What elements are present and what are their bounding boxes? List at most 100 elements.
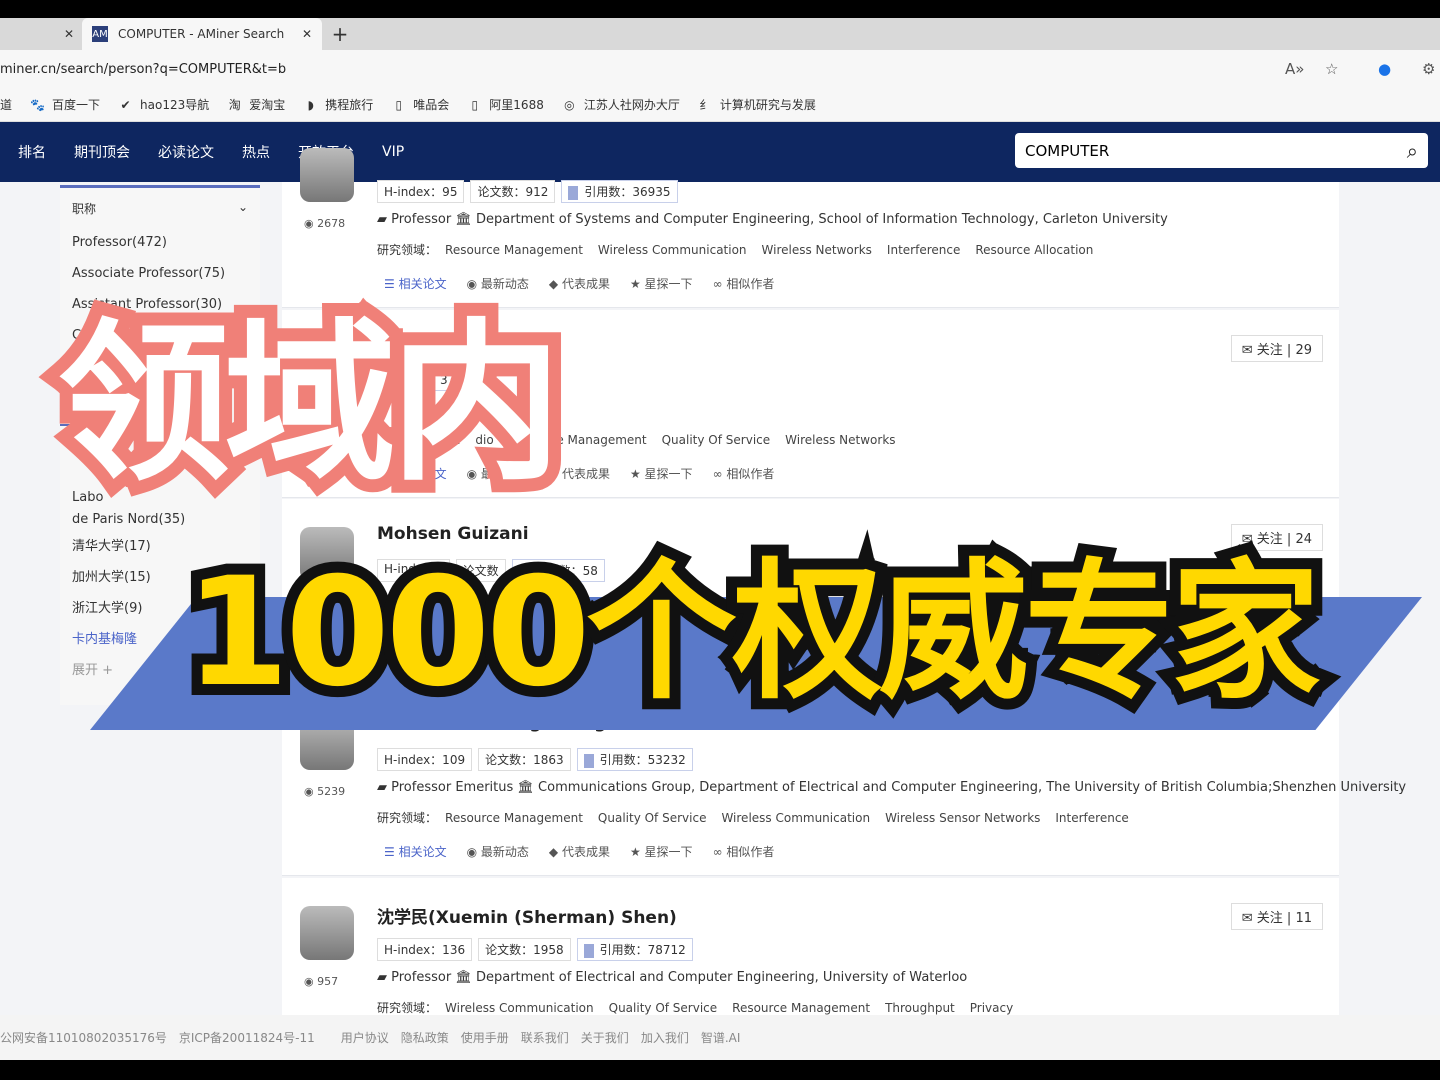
bookmark-item[interactable]: ◗ 携程旅行 <box>303 96 374 113</box>
expert-name[interactable]: 沈学民(Xuemin (Sherman) Shen) <box>377 903 677 928</box>
action-4[interactable]: ★ 星探一下 <box>630 843 693 860</box>
nav-ranking[interactable]: 排名 <box>18 142 46 162</box>
follow-count: 24 <box>1295 532 1312 547</box>
bookmark-label: 江苏人社网办大厅 <box>583 98 680 112</box>
bookmark-item[interactable]: ▯ 阿里1688 <box>467 96 543 113</box>
keyword-tag[interactable]: Resource Management <box>732 1001 870 1015</box>
tab-bar: ✕ AM COMPUTER - AMiner Search ✕ + <box>0 18 1440 50</box>
follow-button[interactable]: ✉ 关注 | 11 <box>1230 903 1323 930</box>
close-tab-icon[interactable]: ✕ <box>64 27 74 41</box>
star-icon: ★ <box>629 845 645 859</box>
nav-vip[interactable]: VIP <box>382 144 404 160</box>
eye-icon: ◉ <box>304 217 318 230</box>
action-5[interactable]: ∞ 相似作者 <box>713 275 775 292</box>
footer-link[interactable]: 用户协议 <box>341 1029 389 1046</box>
action-4[interactable]: ★ 星探一下 <box>630 275 693 292</box>
position-affiliation: ▰ Professor 🏛 Department of Systems and … <box>377 212 1168 227</box>
extension-icon[interactable]: ● <box>1378 60 1391 78</box>
keyword-tag[interactable]: Resource Allocation <box>975 243 1093 257</box>
footer-link[interactable]: 智谱.AI <box>701 1029 741 1046</box>
bookmark-item[interactable]: 道 <box>0 96 12 113</box>
url-text[interactable]: miner.cn/search/person?q=COMPUTER&t=b <box>0 62 286 77</box>
tab-active[interactable]: AM COMPUTER - AMiner Search ✕ <box>82 18 322 50</box>
action-2[interactable]: ◉ 最新动态 <box>467 275 529 292</box>
eye-icon: ◉ <box>304 975 318 988</box>
action-label: 星探一下 <box>644 277 693 291</box>
keyword-tag[interactable]: Privacy <box>970 1001 1013 1015</box>
nav-journals[interactable]: 期刊顶会 <box>74 142 130 162</box>
footer-link[interactable]: 使用手册 <box>461 1029 509 1046</box>
chevron-down-icon[interactable]: ⌄ <box>238 200 248 217</box>
action-5[interactable]: ∞ 相似作者 <box>713 465 775 482</box>
mail-icon: ✉ <box>1241 343 1257 358</box>
action-3[interactable]: ◆ 代表成果 <box>549 465 610 482</box>
bookmark-item[interactable]: ▯ 唯品会 <box>391 96 449 113</box>
favorite-star-icon[interactable]: ☆ <box>1325 60 1338 78</box>
star-icon: ★ <box>629 467 645 481</box>
keyword-tag[interactable]: Resource Management <box>445 811 583 825</box>
filter-item[interactable]: Associate Professor(75) <box>60 258 260 289</box>
action-1[interactable]: ☰ 相关论文 <box>384 275 447 292</box>
action-5[interactable]: ∞ 相似作者 <box>713 843 775 860</box>
action-2[interactable]: ◉ 最新动态 <box>467 843 529 860</box>
footer-link[interactable]: 关于我们 <box>581 1029 629 1046</box>
bookmark-item[interactable]: ✔ hao123导航 <box>118 96 210 113</box>
action-1[interactable]: ☰ 相关论文 <box>384 843 447 860</box>
diamond-icon: ◆ <box>548 277 562 291</box>
search-input[interactable] <box>1025 141 1407 160</box>
search-icon[interactable]: ⌕ <box>1407 139 1418 163</box>
nav-must-read[interactable]: 必读论文 <box>158 142 214 162</box>
research-areas: 研究领域： Resource Management Quality Of Servi… <box>377 809 1144 826</box>
stats-row: H-index：136 论文数：1958 引用数：78712 <box>377 938 693 961</box>
keyword-tag[interactable]: Wireless Networks <box>762 243 872 257</box>
avatar[interactable] <box>300 906 354 960</box>
tab-previous[interactable]: ✕ <box>0 18 82 50</box>
citation-value: 引用数：53232 <box>599 753 686 767</box>
bookmark-label: 唯品会 <box>413 98 450 112</box>
footer-link[interactable]: 加入我们 <box>641 1029 689 1046</box>
action-3[interactable]: ◆ 代表成果 <box>549 275 610 292</box>
keyword-tag[interactable]: Wireless Communication <box>721 811 870 825</box>
keyword-tag[interactable]: Quality Of Service <box>609 1001 718 1015</box>
keyword-tag[interactable]: Wireless Networks <box>785 433 895 447</box>
action-4[interactable]: ★ 星探一下 <box>630 465 693 482</box>
keyword-tag[interactable]: Throughput <box>885 1001 955 1015</box>
settings-icon[interactable]: ⚙ <box>1422 60 1435 78</box>
follow-count: 11 <box>1295 911 1312 926</box>
keyword-tag[interactable]: Interference <box>1055 811 1128 825</box>
bookmark-item[interactable]: ◎ 江苏人社网办大厅 <box>562 96 680 113</box>
list-icon: ☰ <box>384 845 399 859</box>
footer-link[interactable]: 联系我们 <box>521 1029 569 1046</box>
address-bar[interactable]: miner.cn/search/person?q=COMPUTER&t=b A»… <box>0 50 1440 88</box>
bookmark-item[interactable]: 纟计算机研究与发展 <box>698 96 816 113</box>
h-index-badge: H-index：95 <box>377 180 465 203</box>
filter-title: 职称 <box>72 202 97 216</box>
bookmark-item[interactable]: 🐾 百度一下 <box>30 96 100 113</box>
close-tab-icon[interactable]: ✕ <box>302 27 312 41</box>
follow-button[interactable]: ✉ 关注 | 29 <box>1230 335 1323 362</box>
bookmark-label: 计算机研究与发展 <box>719 98 816 112</box>
filter-item[interactable]: Professor(472) <box>60 227 260 258</box>
nav-hot[interactable]: 热点 <box>242 142 270 162</box>
avatar[interactable] <box>300 148 354 202</box>
keyword-tag[interactable]: Quality Of Service <box>662 433 771 447</box>
position-title: Professor <box>391 970 452 985</box>
footer-link[interactable]: 隐私政策 <box>401 1029 449 1046</box>
page-icon: ▯ <box>395 97 403 112</box>
keyword-tag[interactable]: Wireless Sensor Networks <box>885 811 1040 825</box>
bookmark-item[interactable]: 淘爱淘宝 <box>227 96 286 113</box>
new-tab-button[interactable]: + <box>328 18 352 50</box>
keyword-tag[interactable]: Interference <box>887 243 960 257</box>
keyword-tag[interactable]: Wireless Communication <box>598 243 747 257</box>
action-3[interactable]: ◆ 代表成果 <box>549 843 610 860</box>
keyword-tag[interactable]: Resource Management <box>445 243 583 257</box>
follow-label: 关注 <box>1256 343 1283 358</box>
filter-org-item[interactable]: de Paris Nord(35) <box>60 509 260 531</box>
research-label: 研究领域： <box>377 811 438 825</box>
affiliation: Department of Electrical and Computer En… <box>475 970 968 985</box>
read-aloud-icon[interactable]: A» <box>1285 60 1304 78</box>
expert-name[interactable]: Mohsen Guizani <box>377 524 529 544</box>
view-count-value: 5239 <box>317 785 346 798</box>
keyword-tag[interactable]: Quality Of Service <box>598 811 707 825</box>
keyword-tag[interactable]: Wireless Communication <box>445 1001 594 1015</box>
